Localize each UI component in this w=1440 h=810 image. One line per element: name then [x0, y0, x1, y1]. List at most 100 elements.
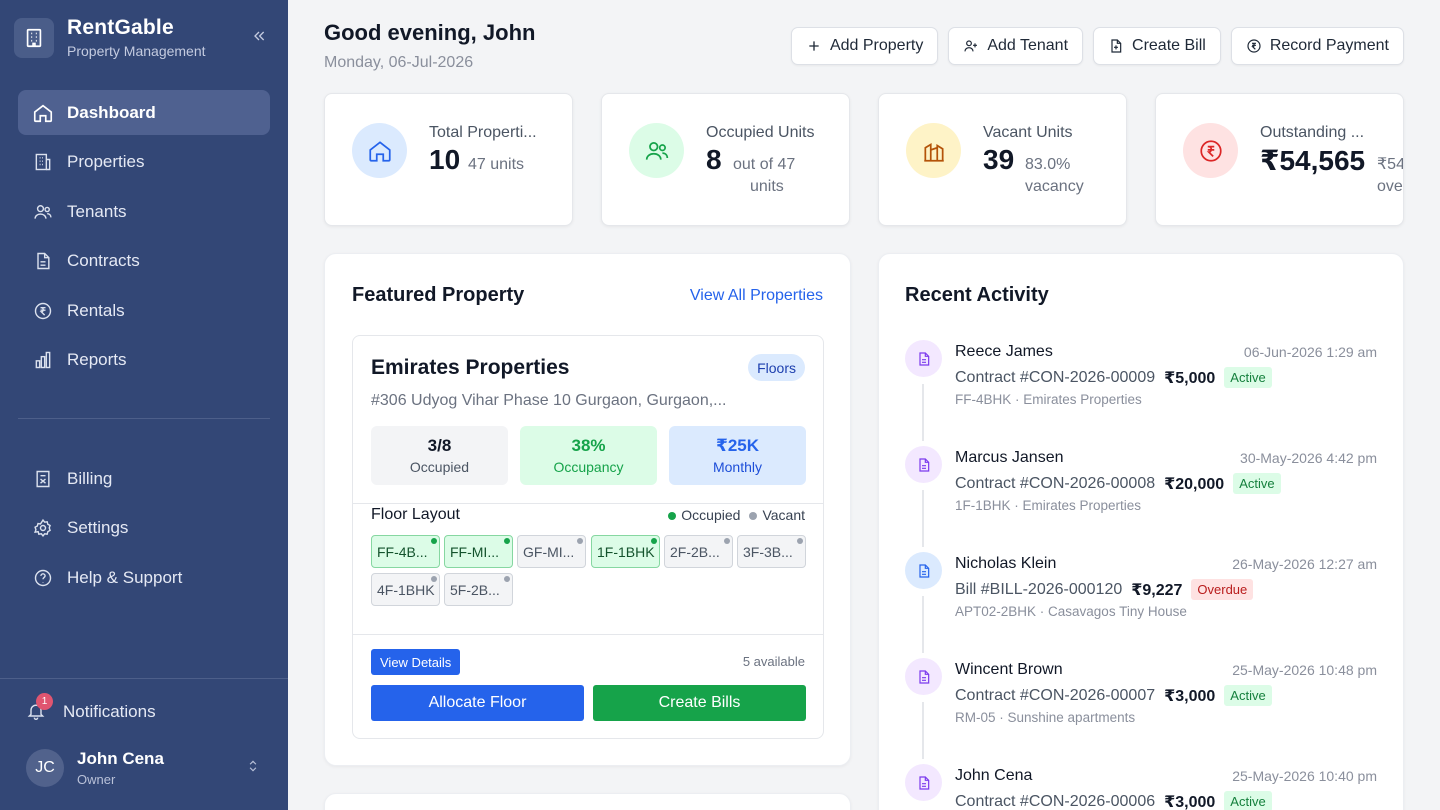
create-bill-button[interactable]: Create Bill: [1093, 27, 1221, 65]
bell-icon: 1: [26, 693, 53, 723]
stat-label: Vacant Units: [983, 124, 1073, 141]
floor-unit[interactable]: 2F-2B...: [664, 535, 733, 568]
monthly-value: ₹25K: [715, 436, 759, 455]
sidebar-item-label: Settings: [67, 518, 129, 537]
recent-activity-card: Recent Activity Reece James 06-Jun-2026 …: [878, 253, 1404, 810]
record-payment-button[interactable]: Record Payment: [1230, 27, 1404, 65]
activity-meta: APT02-2BHK · Casavagos Tiny House: [955, 604, 1187, 619]
stat-sub-line: overdue: [1377, 178, 1403, 195]
allocate-floor-button[interactable]: Allocate Floor: [371, 685, 584, 721]
stat-sub-line: 47 units: [468, 156, 525, 173]
activity-meta: 1F-1BHK · Emirates Properties: [955, 498, 1142, 513]
floor-unit[interactable]: FF-4B...: [371, 535, 440, 568]
view-details-button[interactable]: View Details: [371, 649, 461, 675]
rupee-circle-icon: [1246, 38, 1262, 54]
add-tenant-button[interactable]: Add Tenant: [948, 27, 1084, 65]
sidebar-item-settings[interactable]: Settings: [18, 506, 270, 551]
avatar: JC: [26, 749, 64, 787]
activity-desc: Bill #BILL-2026-000120 ₹9,227 Overdue: [955, 579, 1254, 600]
stat-card-total-properties[interactable]: Total Properti... 10 47 units: [324, 93, 573, 226]
add-property-button[interactable]: Add Property: [790, 27, 939, 65]
stat-value: ₹54,565: [1260, 145, 1366, 176]
floor-layout-title: Floor Layout: [371, 506, 460, 523]
users-icon: [629, 123, 684, 178]
collapse-sidebar-icon[interactable]: [248, 26, 270, 46]
notifications-label: Notifications: [63, 702, 156, 721]
receipt-icon: [32, 468, 54, 490]
stat-sub-line: 83.0%: [1025, 156, 1071, 173]
sidebar-item-contracts[interactable]: Contracts: [18, 239, 270, 284]
stat-value: 10: [429, 144, 461, 175]
sidebar-item-rentals[interactable]: Rentals: [18, 288, 270, 333]
sidebar-item-label: Help & Support: [67, 567, 183, 587]
stat-value: 39: [983, 144, 1015, 175]
sidebar-item-dashboard[interactable]: Dashboard: [18, 90, 270, 135]
status-badge: Active: [1224, 791, 1272, 810]
status-badge: Active: [1224, 367, 1272, 388]
create-bill-label: Create Bill: [1132, 37, 1206, 54]
add-tenant-label: Add Tenant: [987, 37, 1069, 54]
help-circle-icon: [32, 567, 54, 589]
sidebar: RentGable Property Management Dashboard …: [0, 0, 288, 810]
sidebar-item-label: Tenants: [67, 201, 127, 221]
property-address: #306 Udyog Vihar Phase 10 Gurgaon, Gurga…: [371, 392, 727, 409]
brand-subtitle: Property Management: [67, 43, 206, 59]
floor-unit[interactable]: GF-MI...: [517, 535, 586, 568]
building-logo-icon: [14, 17, 54, 58]
activity-time: 25-May-2026 10:48 pm: [1232, 662, 1377, 678]
occupancy-value: 38%: [571, 436, 606, 455]
legend-vacant: Vacant: [749, 507, 805, 523]
activity-meta: FF-4BHK · Emirates Properties: [955, 392, 1142, 407]
rupee-circle-icon: [1183, 123, 1238, 178]
property-type-badge: Floors: [748, 354, 805, 381]
property-card[interactable]: Emirates Properties Floors #306 Udyog Vi…: [352, 335, 824, 739]
user-menu[interactable]: JC John Cena Owner: [26, 749, 266, 787]
sidebar-item-billing[interactable]: Billing: [18, 456, 270, 501]
recent-activity-title: Recent Activity: [905, 284, 1049, 306]
divider: [353, 503, 823, 504]
document-icon: [32, 250, 54, 272]
primary-nav: Dashboard Properties Tenants Contracts R…: [18, 90, 270, 387]
bar-chart-icon: [32, 349, 54, 371]
secondary-nav: Billing Settings Help & Support: [18, 456, 270, 605]
secondary-card: [324, 793, 851, 810]
activity-name: Wincent Brown: [955, 661, 1063, 678]
stat-card-occupied-units[interactable]: Occupied Units 8 out of 47 units: [601, 93, 850, 226]
notifications-button[interactable]: 1 Notifications: [26, 693, 156, 723]
sidebar-item-properties[interactable]: Properties: [18, 140, 270, 185]
status-badge: Active: [1224, 685, 1272, 706]
featured-property-card: Featured Property View All Properties Em…: [324, 253, 851, 766]
sidebar-item-label: Contracts: [67, 251, 140, 270]
brand[interactable]: RentGable Property Management: [14, 16, 206, 59]
floor-unit[interactable]: FF-MI...: [444, 535, 513, 568]
occupied-value: 3/8: [427, 436, 452, 455]
sidebar-item-label: Reports: [67, 350, 127, 369]
sidebar-item-tenants[interactable]: Tenants: [18, 189, 270, 234]
brand-name: RentGable: [67, 16, 174, 39]
sidebar-item-help[interactable]: Help & Support: [18, 555, 270, 600]
sidebar-item-reports[interactable]: Reports: [18, 338, 270, 383]
activity-desc: Contract #CON-2026-00008 ₹20,000 Active: [955, 473, 1281, 494]
property-name: Emirates Properties: [371, 356, 570, 379]
stat-sub-line: out of 47: [733, 156, 796, 173]
view-all-properties-link[interactable]: View All Properties: [690, 287, 823, 305]
sidebar-item-label: Dashboard: [67, 102, 156, 122]
contract-doc-icon: [905, 658, 942, 695]
status-badge: Active: [1233, 473, 1281, 494]
nav-divider: [18, 418, 270, 419]
create-bills-button[interactable]: Create Bills: [593, 685, 806, 721]
floor-unit[interactable]: 3F-3B...: [737, 535, 806, 568]
status-badge: Overdue: [1191, 579, 1254, 600]
stat-sub-line: ₹54,565: [1377, 156, 1404, 173]
user-name: John Cena: [77, 749, 164, 768]
occupancy-stat: 38% Occupancy: [520, 426, 657, 485]
page-title: Good evening, John: [324, 20, 536, 45]
stat-value: 8: [706, 144, 722, 175]
stat-card-outstanding[interactable]: Outstanding ... ₹54,565 ₹54,565 overdue: [1155, 93, 1404, 226]
floor-unit[interactable]: 1F-1BHK: [591, 535, 660, 568]
occupied-label: Occupied: [409, 459, 470, 475]
stat-card-vacant-units[interactable]: Vacant Units 39 83.0% vacancy: [878, 93, 1127, 226]
floor-unit[interactable]: 5F-2B...: [444, 573, 513, 606]
timeline-line: [922, 490, 924, 547]
floor-unit[interactable]: 4F-1BHK: [371, 573, 440, 606]
